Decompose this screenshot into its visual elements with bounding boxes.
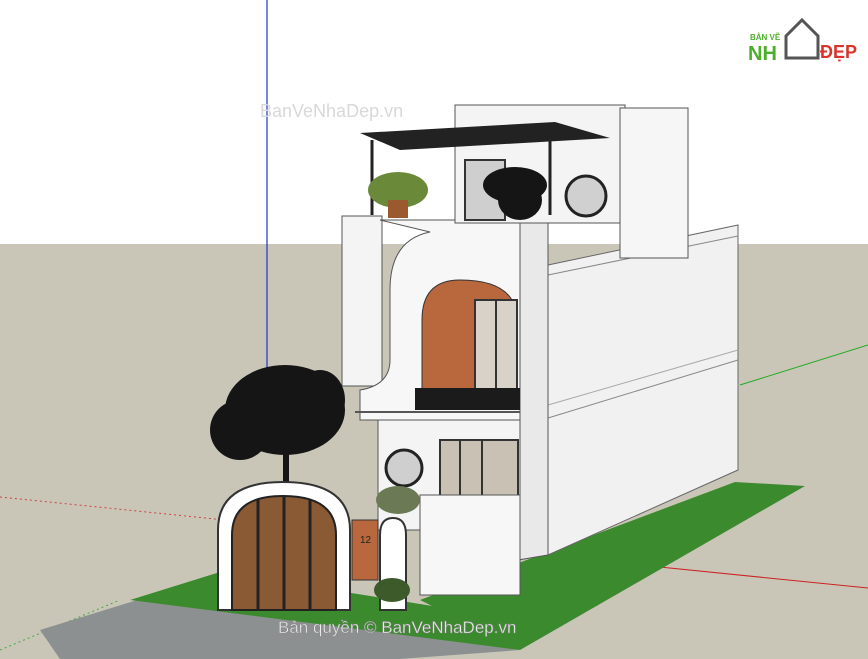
brand-logo: BẢN VẼ NH ĐẸP xyxy=(748,17,857,65)
round-window-top xyxy=(564,174,608,218)
house-number: 12 xyxy=(360,535,372,546)
logo-brand-right: ĐẸP xyxy=(820,42,857,62)
rooftop-parapet xyxy=(619,107,689,259)
logo-brand-left: NH xyxy=(748,43,777,65)
logo-top-text: BẢN VẼ xyxy=(750,33,781,42)
front-facade xyxy=(517,219,549,561)
watermark-top: BanVeNhaDep.vn xyxy=(260,101,403,121)
rooftop-green-plant xyxy=(368,172,428,218)
upper-wall-left xyxy=(341,215,383,387)
balcony-planter xyxy=(415,388,520,410)
fence-wall xyxy=(419,494,521,596)
sketchup-render: 12 BanVeNhaDep.vn Bản quyền © BanVeNhaDe… xyxy=(0,0,868,659)
brick-pillar xyxy=(351,519,379,581)
watermark-bottom: Bản quyền © BanVeNhaDep.vn xyxy=(278,618,516,637)
round-window-ground xyxy=(384,448,424,488)
logo-house-icon xyxy=(784,17,820,60)
